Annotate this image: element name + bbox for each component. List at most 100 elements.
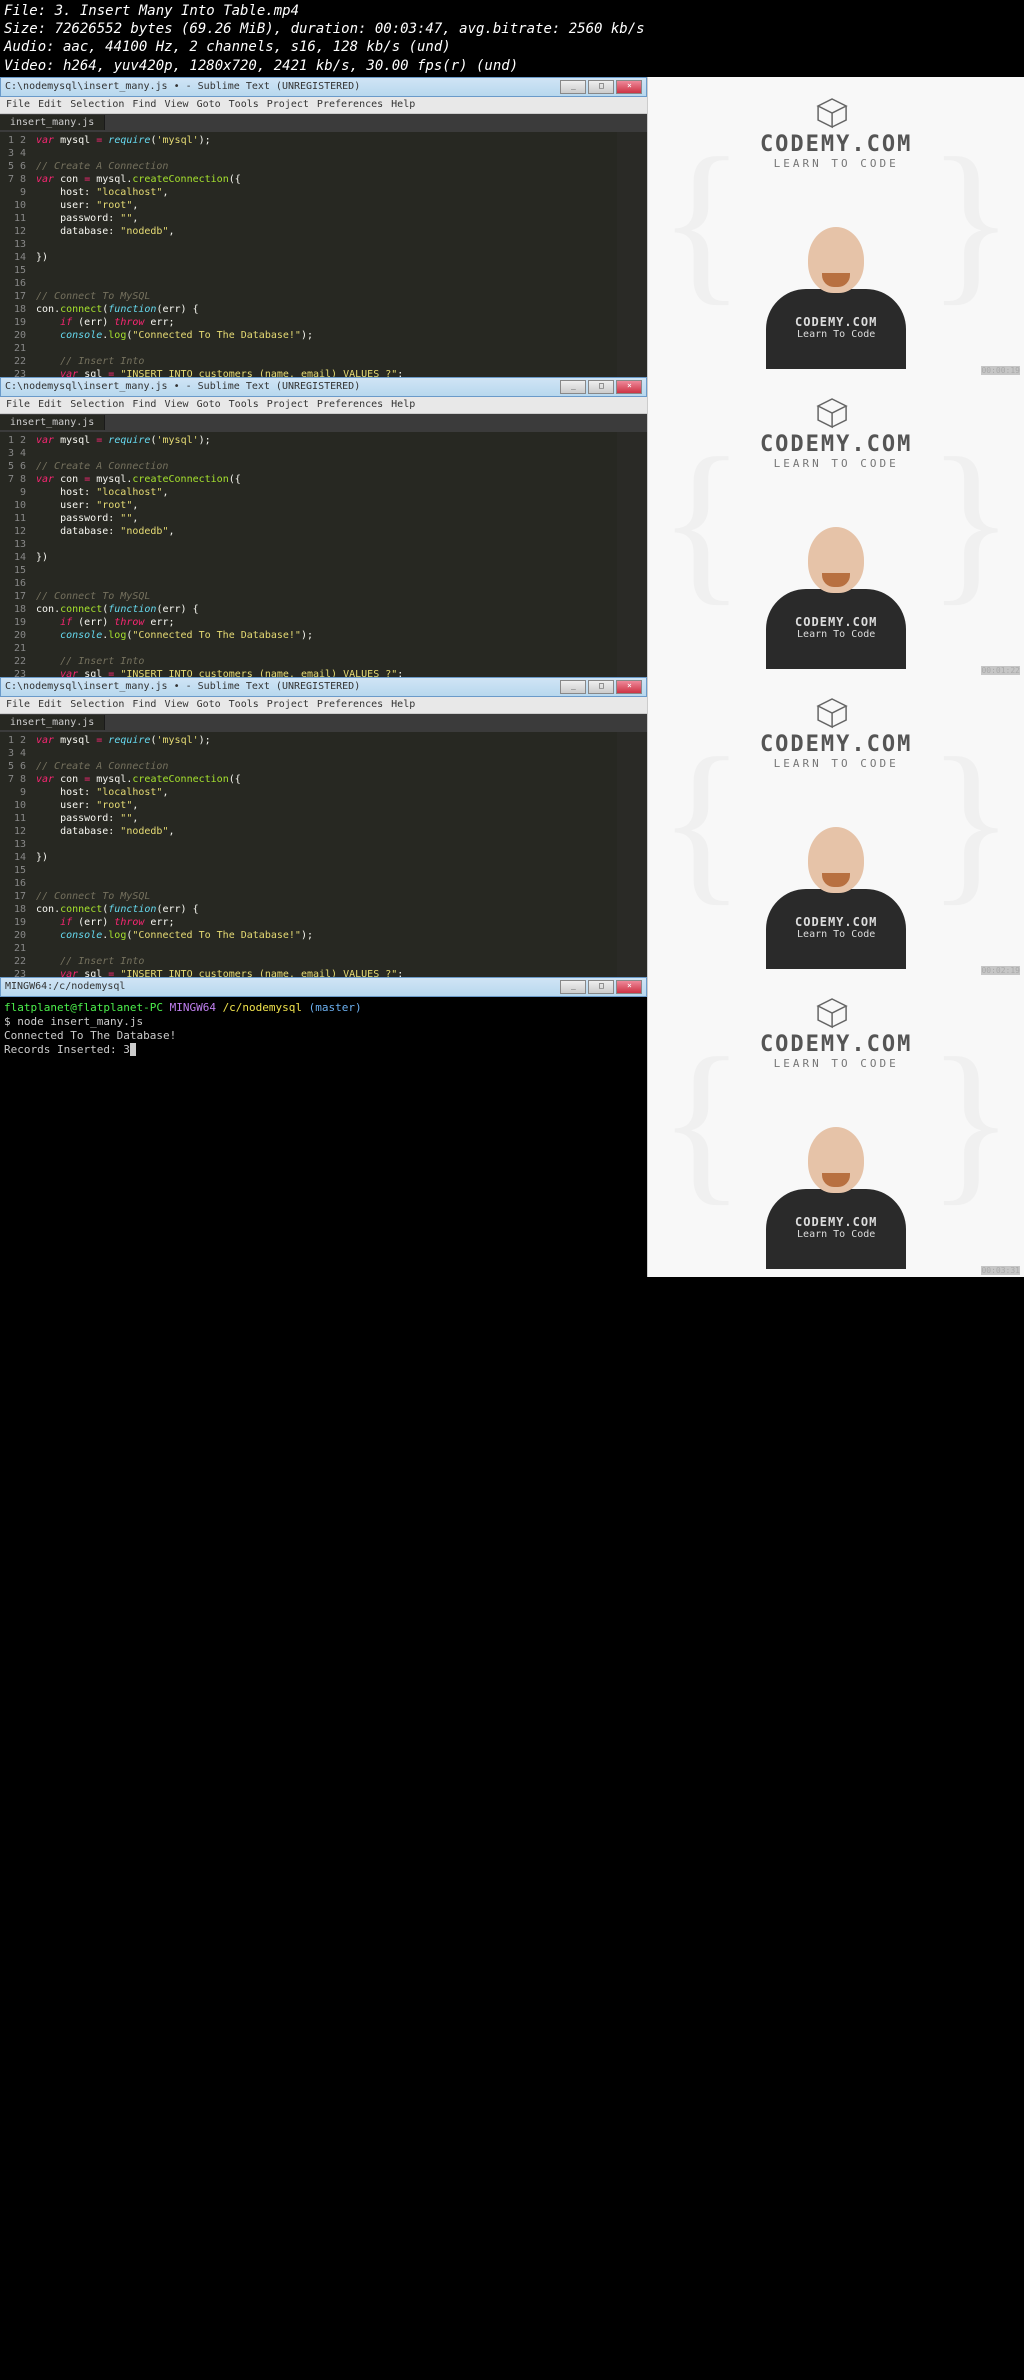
- menu-file[interactable]: File: [6, 99, 30, 110]
- line-gutter: 1 2 3 4 5 6 7 8 9 10 11 12 13 14 15 16 1…: [0, 432, 32, 677]
- window-controls: _ □ ×: [560, 80, 642, 94]
- menu-preferences[interactable]: Preferences: [317, 99, 383, 110]
- sublime-window: C:\nodemysql\insert_many.js • - Sublime …: [0, 677, 647, 977]
- logo-title: CODEMY.COM: [760, 132, 912, 157]
- shirt-text-main: CODEMY.COM: [766, 315, 906, 329]
- presenter-pane: { } CODEMY.COMLEARN TO CODE CODEMY.COMLe…: [647, 977, 1024, 1277]
- brace-right-icon: }: [928, 117, 1014, 324]
- tab-file[interactable]: insert_many.js: [0, 115, 105, 130]
- code-content[interactable]: var mysql = require('mysql'); // Create …: [32, 432, 617, 677]
- menu-find[interactable]: Find: [132, 699, 156, 710]
- maximize-button[interactable]: □: [588, 680, 614, 694]
- minimap[interactable]: [617, 732, 647, 977]
- tab-file[interactable]: insert_many.js: [0, 415, 105, 430]
- menu-help[interactable]: Help: [391, 699, 415, 710]
- code-area[interactable]: 1 2 3 4 5 6 7 8 9 10 11 12 13 14 15 16 1…: [0, 732, 647, 977]
- presenter-pane: { } CODEMY.COM LEARN TO CODE CODEMY.COML…: [647, 77, 1024, 377]
- frame-4: MINGW64:/c/nodemysql _□× flatplanet@flat…: [0, 977, 1024, 1277]
- code-content[interactable]: var mysql = require('mysql'); // Create …: [32, 732, 617, 977]
- cube-icon: [816, 397, 848, 432]
- menu-edit[interactable]: Edit: [38, 699, 62, 710]
- brace-left-icon: {: [658, 717, 744, 924]
- maximize-button[interactable]: □: [588, 380, 614, 394]
- menu-goto[interactable]: Goto: [197, 699, 221, 710]
- window-titlebar[interactable]: C:\nodemysql\insert_many.js • - Sublime …: [0, 677, 647, 697]
- window-titlebar[interactable]: C:\nodemysql\insert_many.js • - Sublime …: [0, 377, 647, 397]
- logo-title: CODEMY.COM: [760, 732, 912, 757]
- menu-selection[interactable]: Selection: [70, 699, 124, 710]
- menu-find[interactable]: Find: [132, 99, 156, 110]
- close-button[interactable]: ×: [616, 680, 642, 694]
- window-titlebar[interactable]: C:\nodemysql\insert_many.js • - Sublime …: [0, 77, 647, 97]
- meta-size: Size: 72626552 bytes (69.26 MiB), durati…: [4, 20, 1020, 38]
- logo-subtitle: LEARN TO CODE: [742, 757, 930, 770]
- minimap[interactable]: [617, 432, 647, 677]
- menu-bar: File Edit Selection Find View Goto Tools Projec…: [0, 697, 647, 714]
- minimize-button[interactable]: _: [560, 680, 586, 694]
- menu-help[interactable]: Help: [391, 99, 415, 110]
- menu-find[interactable]: Find: [132, 399, 156, 410]
- sublime-window: C:\nodemysql\insert_many.js • - Sublime …: [0, 377, 647, 677]
- frame-3: C:\nodemysql\insert_many.js • - Sublime …: [0, 677, 1024, 977]
- cube-icon: [816, 697, 848, 732]
- minimize-button[interactable]: _: [560, 380, 586, 394]
- menu-tools[interactable]: Tools: [229, 699, 259, 710]
- brace-left-icon: {: [658, 417, 744, 624]
- menu-view[interactable]: View: [164, 699, 188, 710]
- timestamp: 00:01:22: [981, 666, 1020, 675]
- shirt-text-sub: Learn To Code: [766, 329, 906, 340]
- maximize-button[interactable]: □: [588, 980, 614, 994]
- menu-view[interactable]: View: [164, 99, 188, 110]
- menu-selection[interactable]: Selection: [70, 99, 124, 110]
- logo-title: CODEMY.COM: [760, 432, 912, 457]
- menu-goto[interactable]: Goto: [197, 99, 221, 110]
- menu-file[interactable]: File: [6, 699, 30, 710]
- minimize-button[interactable]: _: [560, 80, 586, 94]
- close-button[interactable]: ×: [616, 380, 642, 394]
- tab-file[interactable]: insert_many.js: [0, 715, 105, 730]
- menu-view[interactable]: View: [164, 399, 188, 410]
- code-content[interactable]: var mysql = require('mysql'); // Create …: [32, 132, 617, 377]
- cube-icon: [816, 97, 848, 132]
- close-button[interactable]: ×: [616, 980, 642, 994]
- window-title: C:\nodemysql\insert_many.js • - Sublime …: [5, 81, 360, 92]
- frame-2: C:\nodemysql\insert_many.js • - Sublime …: [0, 377, 1024, 677]
- window-title: C:\nodemysql\insert_many.js • - Sublime …: [5, 381, 360, 392]
- brace-right-icon: }: [928, 1017, 1014, 1224]
- menu-edit[interactable]: Edit: [38, 99, 62, 110]
- menu-edit[interactable]: Edit: [38, 399, 62, 410]
- menu-file[interactable]: File: [6, 399, 30, 410]
- code-area[interactable]: 1 2 3 4 5 6 7 8 9 10 11 12 13 14 15 16 1…: [0, 132, 647, 377]
- terminal-output[interactable]: flatplanet@flatplanet-PC MINGW64 /c/node…: [0, 997, 647, 1277]
- menu-help[interactable]: Help: [391, 399, 415, 410]
- logo-subtitle: LEARN TO CODE: [742, 457, 930, 470]
- menu-project[interactable]: Project: [267, 699, 309, 710]
- ffmpeg-meta-header: File: 3. Insert Many Into Table.mp4 Size…: [0, 0, 1024, 77]
- minimize-button[interactable]: _: [560, 980, 586, 994]
- menu-bar: File Edit Selection Find View Goto Tools Projec…: [0, 397, 647, 414]
- menu-preferences[interactable]: Preferences: [317, 399, 383, 410]
- menu-bar: File Edit Selection Find View Goto Tools…: [0, 97, 647, 114]
- menu-tools[interactable]: Tools: [229, 99, 259, 110]
- minimap[interactable]: [617, 132, 647, 377]
- window-titlebar[interactable]: MINGW64:/c/nodemysql _□×: [0, 977, 647, 997]
- close-button[interactable]: ×: [616, 80, 642, 94]
- presenter-avatar: CODEMY.COMLearn To Code: [756, 227, 916, 377]
- menu-tools[interactable]: Tools: [229, 399, 259, 410]
- presenter-pane: { } CODEMY.COMLEARN TO CODE CODEMY.COMLe…: [647, 677, 1024, 977]
- menu-selection[interactable]: Selection: [70, 399, 124, 410]
- menu-goto[interactable]: Goto: [197, 399, 221, 410]
- brace-right-icon: }: [928, 417, 1014, 624]
- menu-preferences[interactable]: Preferences: [317, 699, 383, 710]
- menu-project[interactable]: Project: [267, 99, 309, 110]
- tab-bar: insert_many.js: [0, 114, 647, 132]
- code-area[interactable]: 1 2 3 4 5 6 7 8 9 10 11 12 13 14 15 16 1…: [0, 432, 647, 677]
- meta-video: Video: h264, yuv420p, 1280x720, 2421 kb/…: [4, 57, 1020, 75]
- menu-project[interactable]: Project: [267, 399, 309, 410]
- presenter-avatar: CODEMY.COMLearn To Code: [756, 1127, 916, 1277]
- timestamp: 00:02:19: [981, 966, 1020, 975]
- maximize-button[interactable]: □: [588, 80, 614, 94]
- sublime-window: C:\nodemysql\insert_many.js • - Sublime …: [0, 77, 647, 377]
- line-gutter: 1 2 3 4 5 6 7 8 9 10 11 12 13 14 15 16 1…: [0, 732, 32, 977]
- presenter-avatar: CODEMY.COMLearn To Code: [756, 527, 916, 677]
